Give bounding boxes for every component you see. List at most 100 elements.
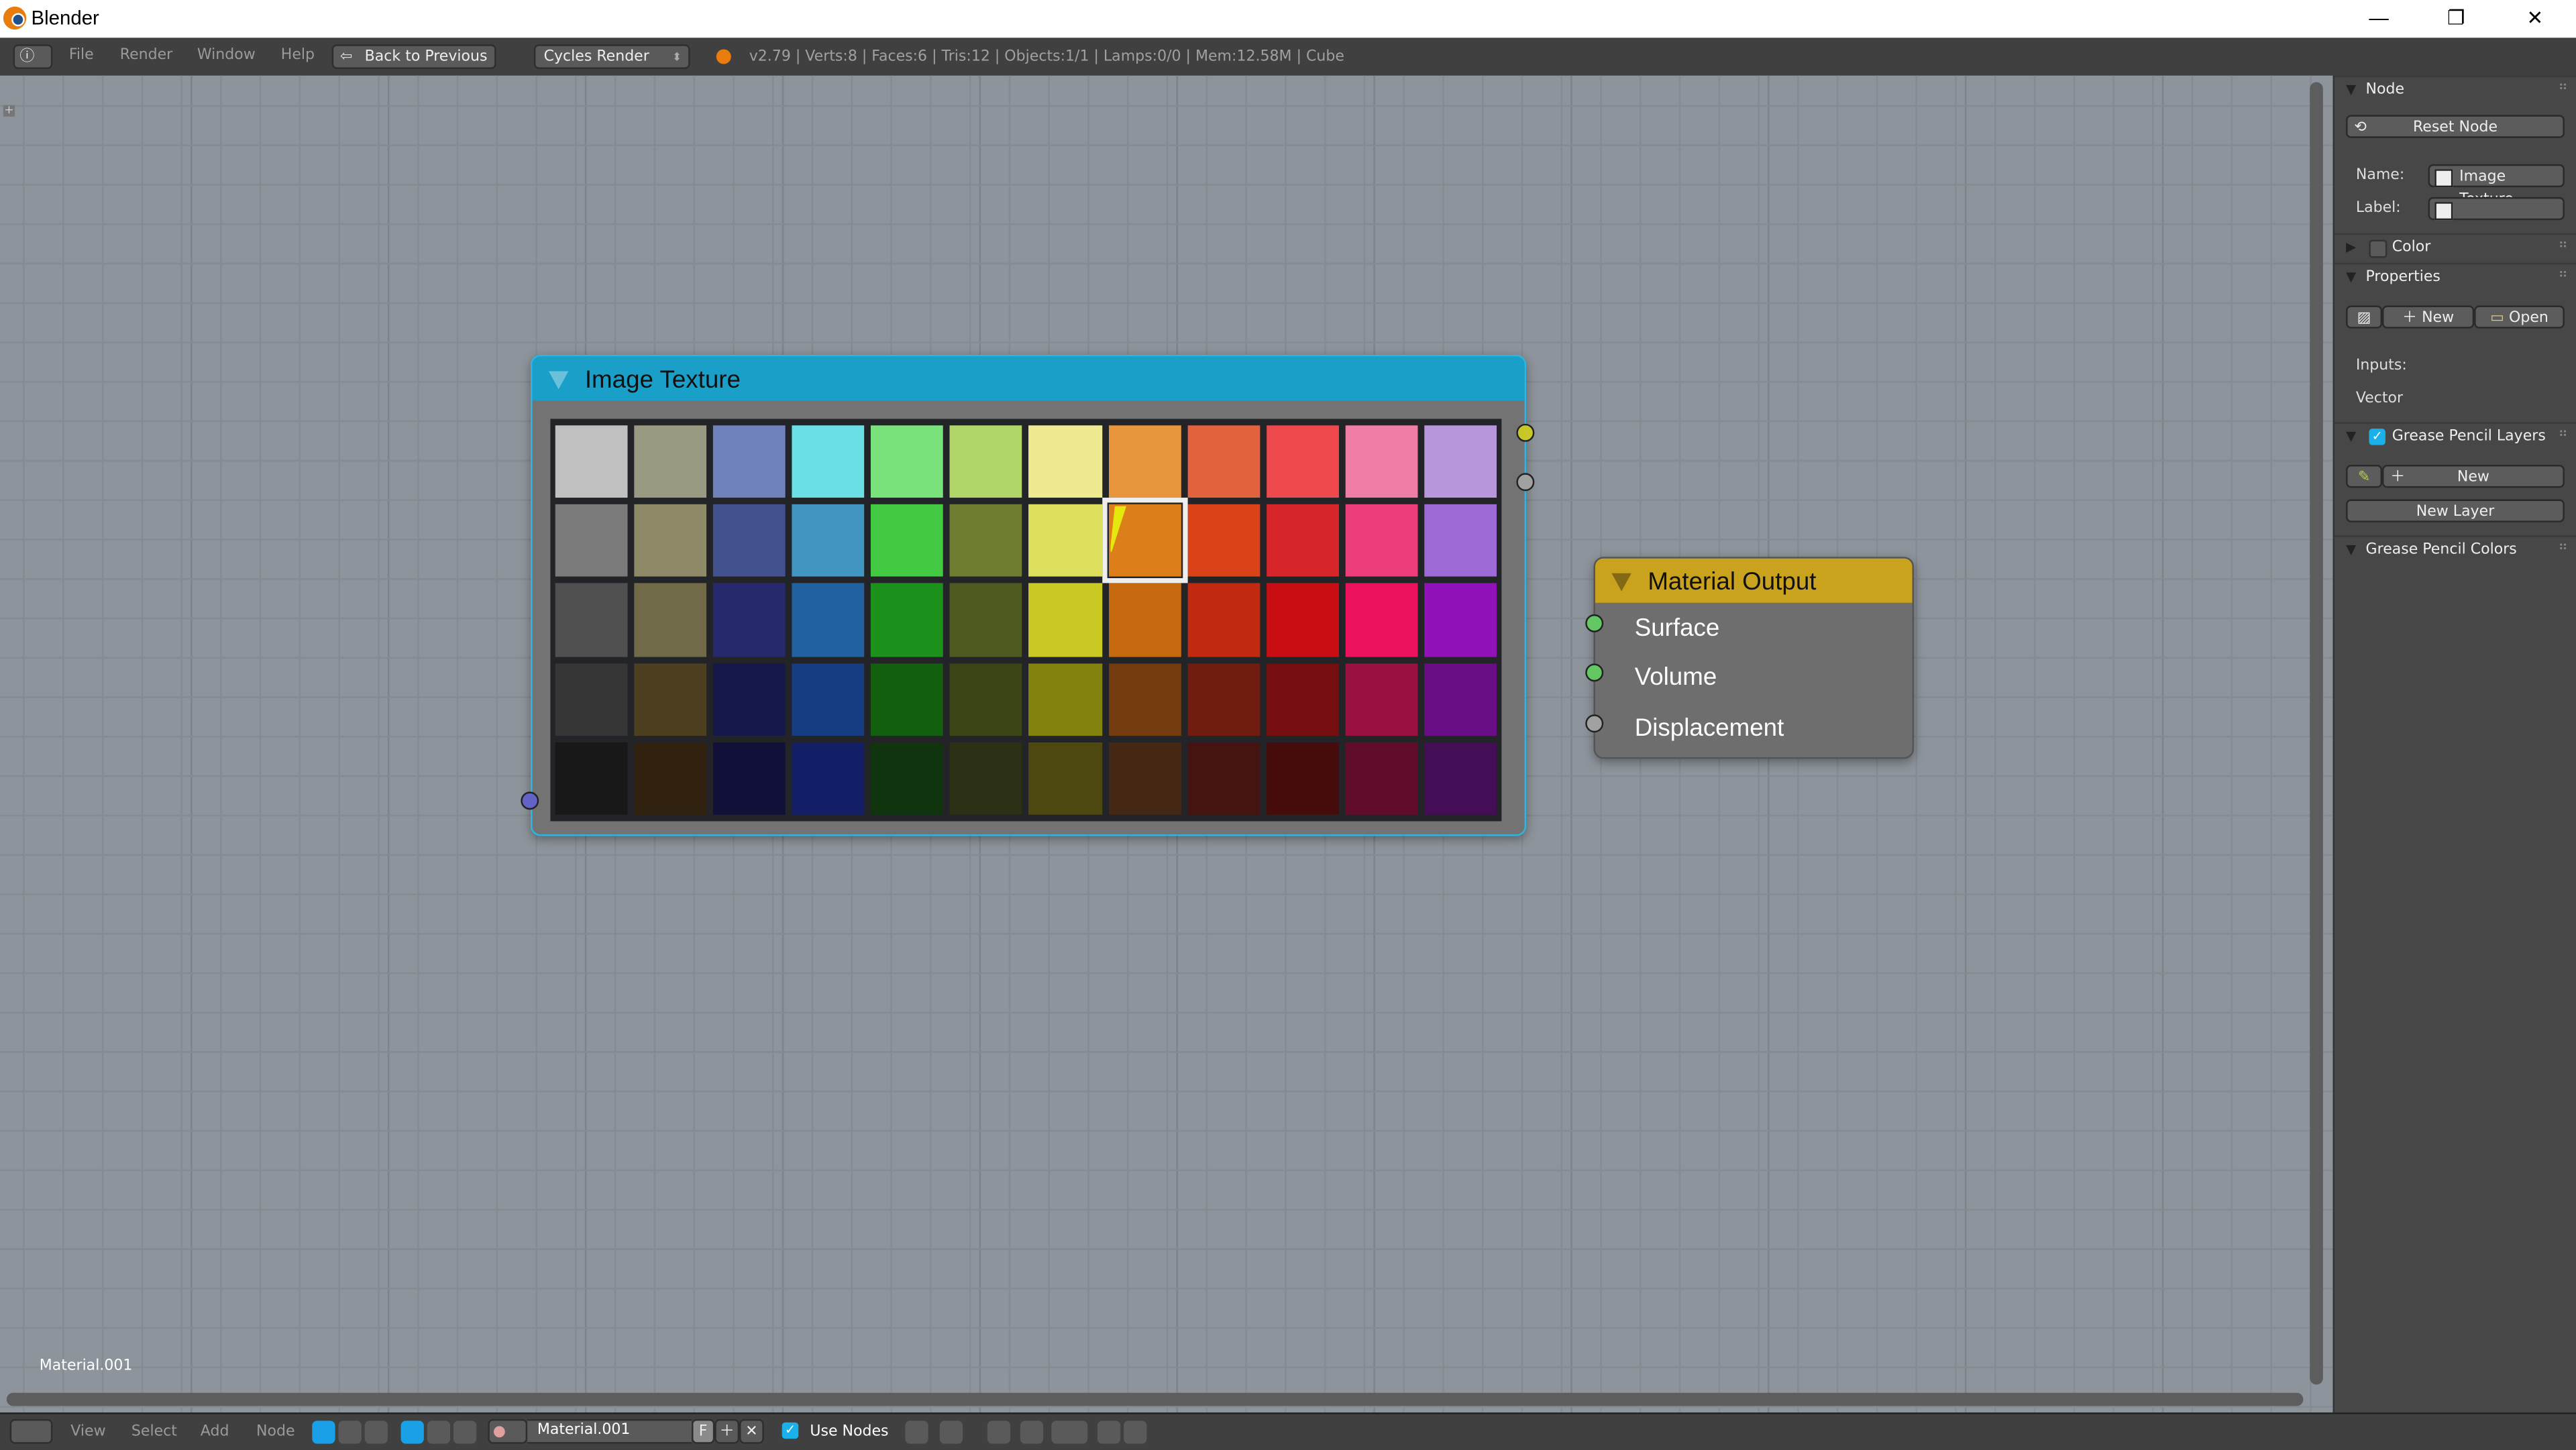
drag-grip-icon[interactable]: ⠶ xyxy=(2558,539,2567,553)
restore-button[interactable]: ❐ xyxy=(2418,3,2494,33)
palette-swatch xyxy=(1029,663,1102,736)
open-image-label: Open xyxy=(2508,310,2548,327)
material-sphere-icon: ● xyxy=(492,1424,506,1441)
properties-sidebar: ▼ Node ⠶ ⟲ Reset Node Name: Image Texture L… xyxy=(2332,75,2576,1413)
volume-input-socket[interactable] xyxy=(1585,663,1604,682)
properties-section-title: Properties xyxy=(2365,269,2440,286)
palette-swatch xyxy=(792,583,865,657)
open-image-button[interactable]: ▭ Open xyxy=(2474,305,2565,329)
vector-label: Vector xyxy=(2355,390,2404,408)
editor-type-node-icon[interactable] xyxy=(9,1418,53,1444)
drag-grip-icon[interactable]: ⠶ xyxy=(2558,425,2567,440)
reset-node-label: Reset Node xyxy=(2412,119,2498,137)
menu-view[interactable]: View xyxy=(70,1424,105,1440)
toolshelf-toggle-icon[interactable]: + xyxy=(3,105,15,117)
collapse-triangle-icon[interactable] xyxy=(548,371,569,390)
grease-pencil-colors-header[interactable]: ▼ Grease Pencil Colors ⠶ xyxy=(2334,535,2576,567)
parent-node-tree-icon[interactable] xyxy=(939,1420,963,1444)
use-nodes-label: Use Nodes xyxy=(810,1424,889,1441)
image-browse-button[interactable]: ▨ xyxy=(2346,305,2383,329)
fake-user-button[interactable]: F xyxy=(692,1418,715,1444)
palette-swatch xyxy=(1029,583,1102,657)
displacement-input-socket[interactable] xyxy=(1585,714,1604,733)
collapsed-triangle-icon: ▶ xyxy=(2346,239,2357,255)
material-output-node[interactable]: Material Output Surface Volume Displacem… xyxy=(1593,557,1915,759)
horizontal-scrollbar[interactable] xyxy=(6,1392,2304,1406)
new-layer-button[interactable]: New Layer xyxy=(2346,499,2565,522)
drag-grip-icon[interactable]: ⠶ xyxy=(2558,79,2567,94)
node-title: Image Texture xyxy=(584,366,741,394)
window-title: Blender xyxy=(31,6,99,30)
palette-swatch xyxy=(1029,425,1102,498)
editor-type-info-icon[interactable]: ⓘ xyxy=(13,44,53,69)
menu-help[interactable]: Help xyxy=(281,48,315,64)
texture-nodes-icon[interactable] xyxy=(364,1420,388,1444)
object-shader-icon[interactable] xyxy=(400,1420,424,1444)
render-engine-select[interactable]: Cycles Render ⬍ xyxy=(533,44,690,69)
reset-node-button[interactable]: ⟲ Reset Node xyxy=(2346,115,2565,138)
menu-add[interactable]: Add xyxy=(201,1424,229,1440)
material-name-field[interactable]: Material.001 xyxy=(527,1418,692,1444)
material-browse-button[interactable]: ● xyxy=(488,1418,528,1444)
palette-swatch xyxy=(1345,663,1418,736)
color-panel-header[interactable]: ▶ Color ⠶ xyxy=(2334,233,2576,265)
color-checkbox[interactable] xyxy=(2369,239,2387,258)
world-shader-icon[interactable] xyxy=(427,1420,451,1444)
menu-render[interactable]: Render xyxy=(120,48,172,64)
new-material-button[interactable]: ＋ xyxy=(714,1418,740,1444)
image-texture-node-header[interactable]: Image Texture xyxy=(532,356,1525,401)
properties-panel-header[interactable]: ▼ Properties ⠶ xyxy=(2334,262,2576,294)
node-label-field[interactable] xyxy=(2428,197,2565,221)
material-name-overlay: Material.001 xyxy=(39,1358,133,1375)
node-editor-canvas[interactable]: + Material.001 Image Texture Material Ou… xyxy=(0,75,2333,1413)
palette-swatch xyxy=(634,742,707,815)
pin-icon[interactable] xyxy=(905,1420,928,1444)
palette-swatch xyxy=(871,425,944,498)
drag-grip-icon[interactable]: ⠶ xyxy=(2558,266,2567,281)
compositing-nodes-icon[interactable] xyxy=(338,1420,362,1444)
snap-icon[interactable] xyxy=(1020,1420,1044,1444)
color-section-title: Color xyxy=(2392,239,2431,257)
paste-nodes-icon[interactable] xyxy=(1124,1420,1147,1444)
blender-logo-icon xyxy=(3,6,27,30)
color-output-socket[interactable] xyxy=(1516,423,1535,442)
copy-nodes-icon[interactable] xyxy=(1097,1420,1121,1444)
close-button[interactable]: ✕ xyxy=(2497,3,2573,33)
collapse-triangle-icon[interactable] xyxy=(1611,573,1631,592)
use-nodes-checkbox[interactable]: ✓ xyxy=(782,1422,799,1439)
palette-swatch xyxy=(950,583,1023,657)
unlink-material-button[interactable]: ✕ xyxy=(739,1418,764,1444)
drag-grip-icon[interactable]: ⠶ xyxy=(2558,237,2567,252)
back-to-previous-button[interactable]: ⇦ Back to Previous xyxy=(331,44,496,69)
menu-file[interactable]: File xyxy=(69,48,94,64)
snap-element-icon[interactable] xyxy=(1051,1420,1088,1444)
material-output-node-header[interactable]: Material Output xyxy=(1595,558,1913,603)
menu-window[interactable]: Window xyxy=(197,48,256,64)
palette-swatch xyxy=(1187,583,1260,657)
palette-swatch xyxy=(555,583,628,657)
shader-nodes-icon[interactable] xyxy=(312,1420,335,1444)
palette-swatch xyxy=(1266,583,1339,657)
alpha-output-socket[interactable] xyxy=(1516,473,1535,492)
info-header: ⓘ File Render Window Help ⇦ Back to Prev… xyxy=(0,38,2576,78)
palette-swatch xyxy=(871,583,944,657)
window-title-bar: Blender — ❐ ✕ xyxy=(0,0,2576,38)
surface-input-socket[interactable] xyxy=(1585,614,1604,632)
line-style-icon[interactable] xyxy=(453,1420,477,1444)
grease-pencil-layers-header[interactable]: ▼ ✓ Grease Pencil Layers ⠶ xyxy=(2334,422,2576,453)
backdrop-icon[interactable] xyxy=(987,1420,1011,1444)
updown-arrows-icon: ⬍ xyxy=(672,50,682,64)
new-image-button[interactable]: ＋ New xyxy=(2382,305,2475,329)
node-panel-header[interactable]: ▼ Node ⠶ xyxy=(2334,75,2576,107)
menu-node[interactable]: Node xyxy=(256,1424,295,1440)
gp-browse-button[interactable]: ✎ xyxy=(2346,465,2383,488)
menu-select[interactable]: Select xyxy=(131,1424,177,1440)
grease-pencil-checkbox[interactable]: ✓ xyxy=(2369,429,2385,445)
palette-swatch xyxy=(950,425,1023,498)
minimize-button[interactable]: — xyxy=(2341,3,2417,33)
vector-input-socket[interactable] xyxy=(521,791,539,810)
palette-swatch xyxy=(1187,504,1260,577)
node-name-field[interactable]: Image Texture xyxy=(2428,164,2565,209)
gp-new-button[interactable]: ＋ New xyxy=(2382,465,2565,488)
vertical-scrollbar[interactable] xyxy=(2310,82,2323,1385)
